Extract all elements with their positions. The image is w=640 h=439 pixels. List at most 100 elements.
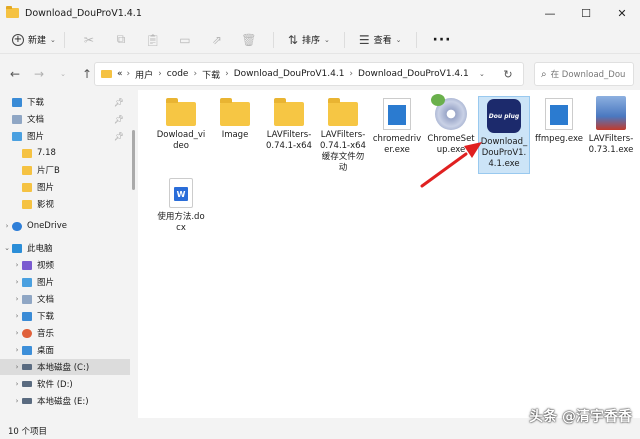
- sidebar-item-onedrive[interactable]: › OneDrive: [0, 218, 67, 234]
- sidebar-item-label: 音乐: [37, 329, 55, 339]
- sidebar-item-label: 7.18: [37, 148, 56, 158]
- chevron-right-icon[interactable]: ›: [2, 222, 12, 230]
- breadcrumb-separator: ›: [193, 69, 198, 79]
- file-item-chromedriver[interactable]: chromedriver.exe: [372, 98, 422, 156]
- breadcrumb-item[interactable]: Download_DouProV1.4.1: [358, 69, 469, 79]
- new-label: 新建: [28, 36, 47, 46]
- sidebar-item-drive-d[interactable]: › 软件 (D:): [0, 376, 73, 392]
- sidebar-item-pictures-pc[interactable]: › 图片: [0, 274, 54, 290]
- sidebar-item-videos[interactable]: › 视频: [0, 257, 54, 273]
- sidebar-item-pictures-folder[interactable]: 图片: [0, 179, 54, 195]
- divider: [343, 31, 345, 48]
- sidebar-item-music[interactable]: › 音乐: [0, 325, 54, 341]
- sidebar-item-desktop[interactable]: › 桌面: [0, 342, 54, 358]
- sidebar-item-label: OneDrive: [27, 221, 67, 231]
- new-button[interactable]: + 新建 ⌄: [12, 33, 56, 46]
- chevron-right-icon[interactable]: ›: [12, 363, 22, 371]
- cloud-icon: [12, 221, 22, 231]
- sidebar-item-documents-pc[interactable]: › 文档: [0, 291, 54, 307]
- sidebar-item-documents[interactable]: 文档 📌︎: [0, 111, 132, 127]
- breadcrumb-item[interactable]: 下载: [202, 68, 220, 81]
- sidebar-item-videos-folder[interactable]: 影视: [0, 196, 54, 212]
- sidebar-item-pianchang-b[interactable]: 片厂B: [0, 162, 60, 178]
- chevron-right-icon[interactable]: ›: [12, 295, 22, 303]
- breadcrumb-item[interactable]: Download_DouProV1.4.1: [234, 69, 345, 79]
- sidebar-item-drive-c[interactable]: › 本地磁盘 (C:): [0, 359, 130, 375]
- breadcrumb-overflow[interactable]: «: [117, 69, 123, 79]
- window-controls: — ☐ ✕: [532, 0, 640, 26]
- sidebar-item-pictures[interactable]: 图片 📌︎: [0, 128, 132, 144]
- sidebar-item-drive-e[interactable]: › 本地磁盘 (E:): [0, 393, 89, 409]
- file-item-lavfilters-cache-folder[interactable]: LAVFilters-0.74.1-x64缓存文件勿动: [318, 96, 368, 174]
- chevron-right-icon[interactable]: ›: [12, 261, 22, 269]
- chevron-right-icon[interactable]: ›: [12, 380, 22, 388]
- sidebar-item-7-18[interactable]: 7.18: [0, 145, 56, 161]
- file-item-image[interactable]: Image: [210, 96, 260, 141]
- folder-icon: [22, 199, 32, 209]
- sidebar-item-downloads-pc[interactable]: › 下载: [0, 308, 54, 324]
- folder-icon: [220, 98, 250, 126]
- sidebar-scrollbar[interactable]: [132, 130, 135, 190]
- recent-locations-button[interactable]: ⌄: [52, 63, 74, 85]
- file-item-download-doupro[interactable]: Dou plug Download_DouProV1.4.1.exe: [478, 96, 530, 174]
- file-item-ffmpeg[interactable]: ffmpeg.exe: [534, 98, 584, 145]
- sidebar-item-this-pc[interactable]: ⌄ 此电脑: [0, 240, 53, 256]
- copy-icon[interactable]: ⧉: [111, 30, 131, 50]
- search-input[interactable]: ⌕ 在 Download_Dou: [534, 62, 634, 86]
- sidebar-item-label: 视频: [37, 261, 55, 271]
- chevron-down-icon: ⌄: [50, 35, 56, 44]
- chevron-right-icon[interactable]: ›: [12, 346, 22, 354]
- sidebar-item-label: 桌面: [37, 346, 55, 356]
- address-bar[interactable]: « › 用户 › code › 下载 › Download_DouProV1.4…: [94, 62, 524, 86]
- sidebar-item-label: 片厂B: [37, 166, 60, 176]
- chevron-down-icon: ⌄: [323, 35, 330, 44]
- pin-icon: 📌︎: [113, 114, 124, 124]
- file-name: chromedriver.exe: [372, 134, 422, 155]
- pin-icon: 📌︎: [113, 131, 124, 141]
- download-icon: [22, 311, 32, 321]
- download-icon: [12, 97, 22, 107]
- forward-button[interactable]: →: [28, 63, 50, 85]
- close-button[interactable]: ✕: [604, 0, 640, 26]
- more-options-button[interactable]: ···: [433, 32, 452, 48]
- view-button[interactable]: ☰ 查看 ⌄: [359, 33, 402, 47]
- refresh-icon: ↻: [503, 67, 513, 81]
- back-button[interactable]: ←: [4, 63, 26, 85]
- refresh-button[interactable]: ⌄ ↻: [479, 63, 523, 85]
- file-item-dowload-video[interactable]: Dowload_video: [156, 96, 206, 152]
- chevron-down-icon[interactable]: ⌄: [2, 244, 12, 252]
- video-icon: [22, 260, 32, 270]
- chevron-right-icon[interactable]: ›: [12, 329, 22, 337]
- sidebar-item-downloads[interactable]: 下载 📌︎: [0, 94, 132, 110]
- file-item-chromesetup[interactable]: ChromeSetup.exe: [426, 94, 476, 156]
- address-row: ← → ⌄ ↑ « › 用户 › code › 下载 › Download_Do…: [0, 60, 640, 88]
- file-item-usage-docx[interactable]: W 使用方法.docx: [156, 178, 206, 234]
- rename-icon[interactable]: ▭: [175, 30, 195, 50]
- paste-icon[interactable]: 📋︎: [143, 30, 163, 50]
- breadcrumb-item[interactable]: 用户: [135, 68, 153, 81]
- folder-icon: [6, 6, 19, 18]
- file-name: LAVFilters-0.73.1.exe: [588, 134, 634, 155]
- chevron-right-icon[interactable]: ›: [12, 278, 22, 286]
- folder-icon: [22, 182, 32, 192]
- sidebar-item-label: 本地磁盘 (E:): [37, 397, 89, 407]
- sidebar-item-label: 下载: [27, 98, 45, 108]
- file-item-lavfilters-folder[interactable]: LAVFilters-0.74.1-x64: [264, 96, 314, 152]
- sort-icon: ⇅: [287, 32, 298, 47]
- cut-icon[interactable]: ✂: [79, 30, 99, 50]
- sidebar-item-label: 此电脑: [27, 244, 53, 254]
- item-count: 10 个项目: [8, 426, 48, 437]
- maximize-button[interactable]: ☐: [568, 0, 604, 26]
- minimize-button[interactable]: —: [532, 0, 568, 26]
- share-icon[interactable]: ⇗: [207, 30, 227, 50]
- pin-icon: 📌︎: [113, 97, 124, 107]
- sort-button[interactable]: ⇅ 排序 ⌄: [288, 33, 330, 47]
- delete-icon[interactable]: 🗑︎: [239, 30, 259, 50]
- breadcrumb-item[interactable]: code: [167, 69, 189, 79]
- chevron-right-icon[interactable]: ›: [12, 312, 22, 320]
- sidebar-item-label: 图片: [37, 183, 55, 193]
- file-item-lavfilters-installer[interactable]: LAVFilters-0.73.1.exe: [586, 96, 636, 156]
- chevron-right-icon[interactable]: ›: [12, 397, 22, 405]
- sidebar-item-label: 影视: [37, 200, 55, 210]
- file-name: LAVFilters-0.74.1-x64: [266, 130, 312, 151]
